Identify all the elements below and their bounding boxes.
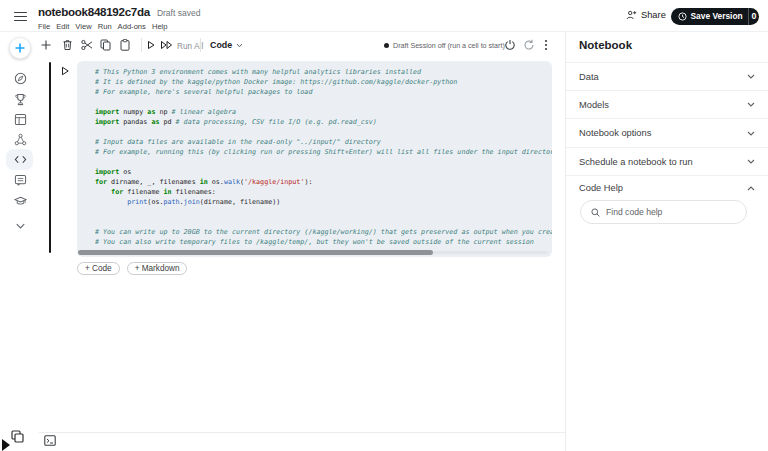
panel-title: Notebook bbox=[579, 39, 632, 51]
cell-hscrollbar-thumb[interactable] bbox=[78, 250, 433, 255]
code-editor[interactable]: # This Python 3 environment comes with m… bbox=[95, 67, 552, 247]
notebook-title-row: notebook848192c7da Draft saved bbox=[38, 5, 200, 18]
menubar: File Edit View Run Add-ons Help bbox=[38, 22, 168, 31]
cell-run-button[interactable] bbox=[60, 66, 70, 76]
save-version-button[interactable]: Save Version 0 bbox=[671, 8, 759, 26]
session-status-text: Draft Session off (run a cell to start) bbox=[393, 41, 505, 50]
app-header: notebook848192c7da Draft saved File Edit V… bbox=[0, 0, 768, 32]
section-models[interactable]: Models bbox=[566, 90, 768, 118]
discussions-icon[interactable] bbox=[14, 174, 27, 187]
notebook-title[interactable]: notebook848192c7da bbox=[38, 5, 150, 18]
menu-view[interactable]: View bbox=[75, 22, 91, 31]
chevron-down-icon bbox=[747, 102, 755, 107]
session-status-dot bbox=[384, 43, 389, 48]
chevron-down-icon bbox=[747, 131, 755, 136]
menu-icon[interactable] bbox=[14, 12, 27, 21]
add-cell-row: + Code + Markdown bbox=[77, 262, 187, 275]
share-button[interactable]: Share bbox=[626, 10, 666, 20]
mouse-cursor bbox=[0, 427, 28, 451]
chevron-up-icon bbox=[747, 186, 755, 191]
learn-icon[interactable] bbox=[14, 195, 27, 208]
add-cell-icon[interactable] bbox=[40, 39, 52, 51]
save-version-label: Save Version bbox=[691, 11, 743, 21]
code-cell[interactable]: # This Python 3 environment comes with m… bbox=[77, 61, 552, 257]
more-options-icon[interactable] bbox=[544, 39, 548, 51]
section-schedule[interactable]: Schedule a notebook to run bbox=[566, 147, 768, 175]
history-icon bbox=[678, 12, 687, 21]
chevron-down-icon bbox=[747, 74, 755, 79]
chevron-down-icon bbox=[747, 159, 755, 164]
create-button[interactable] bbox=[9, 37, 31, 59]
notebook-toolbar: Run All Code Draft Session off (run a ce… bbox=[40, 32, 565, 58]
add-code-button[interactable]: + Code bbox=[77, 262, 120, 275]
toolbar-separator-1 bbox=[141, 38, 142, 52]
explore-icon[interactable] bbox=[14, 72, 27, 85]
share-label: Share bbox=[641, 10, 666, 20]
draft-saved-status: Draft saved bbox=[157, 8, 200, 18]
menu-run[interactable]: Run bbox=[98, 22, 112, 31]
paste-cell-icon[interactable] bbox=[120, 39, 130, 51]
section-notebook-options[interactable]: Notebook options bbox=[566, 118, 768, 147]
search-placeholder: Find code help bbox=[606, 207, 662, 217]
console-icon[interactable] bbox=[44, 435, 56, 446]
run-cell-icon[interactable] bbox=[146, 40, 156, 50]
add-markdown-button[interactable]: + Markdown bbox=[127, 262, 188, 275]
run-all-icon[interactable] bbox=[160, 40, 173, 50]
share-icon bbox=[626, 10, 637, 20]
plus-icon bbox=[14, 42, 26, 54]
power-icon[interactable] bbox=[504, 39, 516, 51]
cell-focus-indicator bbox=[49, 62, 52, 253]
delete-cell-icon[interactable] bbox=[62, 39, 73, 51]
cell-hscrollbar-track[interactable] bbox=[433, 251, 548, 254]
console-divider bbox=[39, 432, 565, 433]
menu-help[interactable]: Help bbox=[152, 22, 168, 31]
menu-add-ons[interactable]: Add-ons bbox=[118, 22, 146, 31]
cell-type-dropdown[interactable]: Code bbox=[210, 40, 232, 50]
menu-file[interactable]: File bbox=[38, 22, 50, 31]
right-panel: Notebook Data Models Notebook options Sc… bbox=[565, 32, 768, 451]
kaggle-notebook-app: notebook848192c7da Draft saved File Edit V… bbox=[0, 0, 768, 451]
section-code-help[interactable]: Code Help bbox=[566, 175, 768, 200]
search-icon bbox=[591, 208, 600, 217]
code-icon[interactable] bbox=[14, 153, 27, 166]
section-data[interactable]: Data bbox=[566, 62, 768, 90]
competitions-icon[interactable] bbox=[14, 93, 27, 106]
version-count[interactable]: 0 bbox=[749, 11, 759, 21]
menu-edit[interactable]: Edit bbox=[56, 22, 69, 31]
left-sidebar bbox=[0, 32, 40, 451]
chevron-down-icon[interactable] bbox=[236, 43, 243, 48]
models-icon[interactable] bbox=[14, 133, 27, 146]
cut-cell-icon[interactable] bbox=[81, 39, 93, 51]
restart-icon[interactable] bbox=[523, 39, 535, 51]
datasets-icon[interactable] bbox=[14, 113, 27, 126]
code-help-search[interactable]: Find code help bbox=[580, 200, 747, 224]
copy-cell-icon[interactable] bbox=[100, 39, 111, 51]
toolbar-separator-2 bbox=[200, 38, 201, 52]
more-chevron-icon[interactable] bbox=[14, 222, 27, 230]
